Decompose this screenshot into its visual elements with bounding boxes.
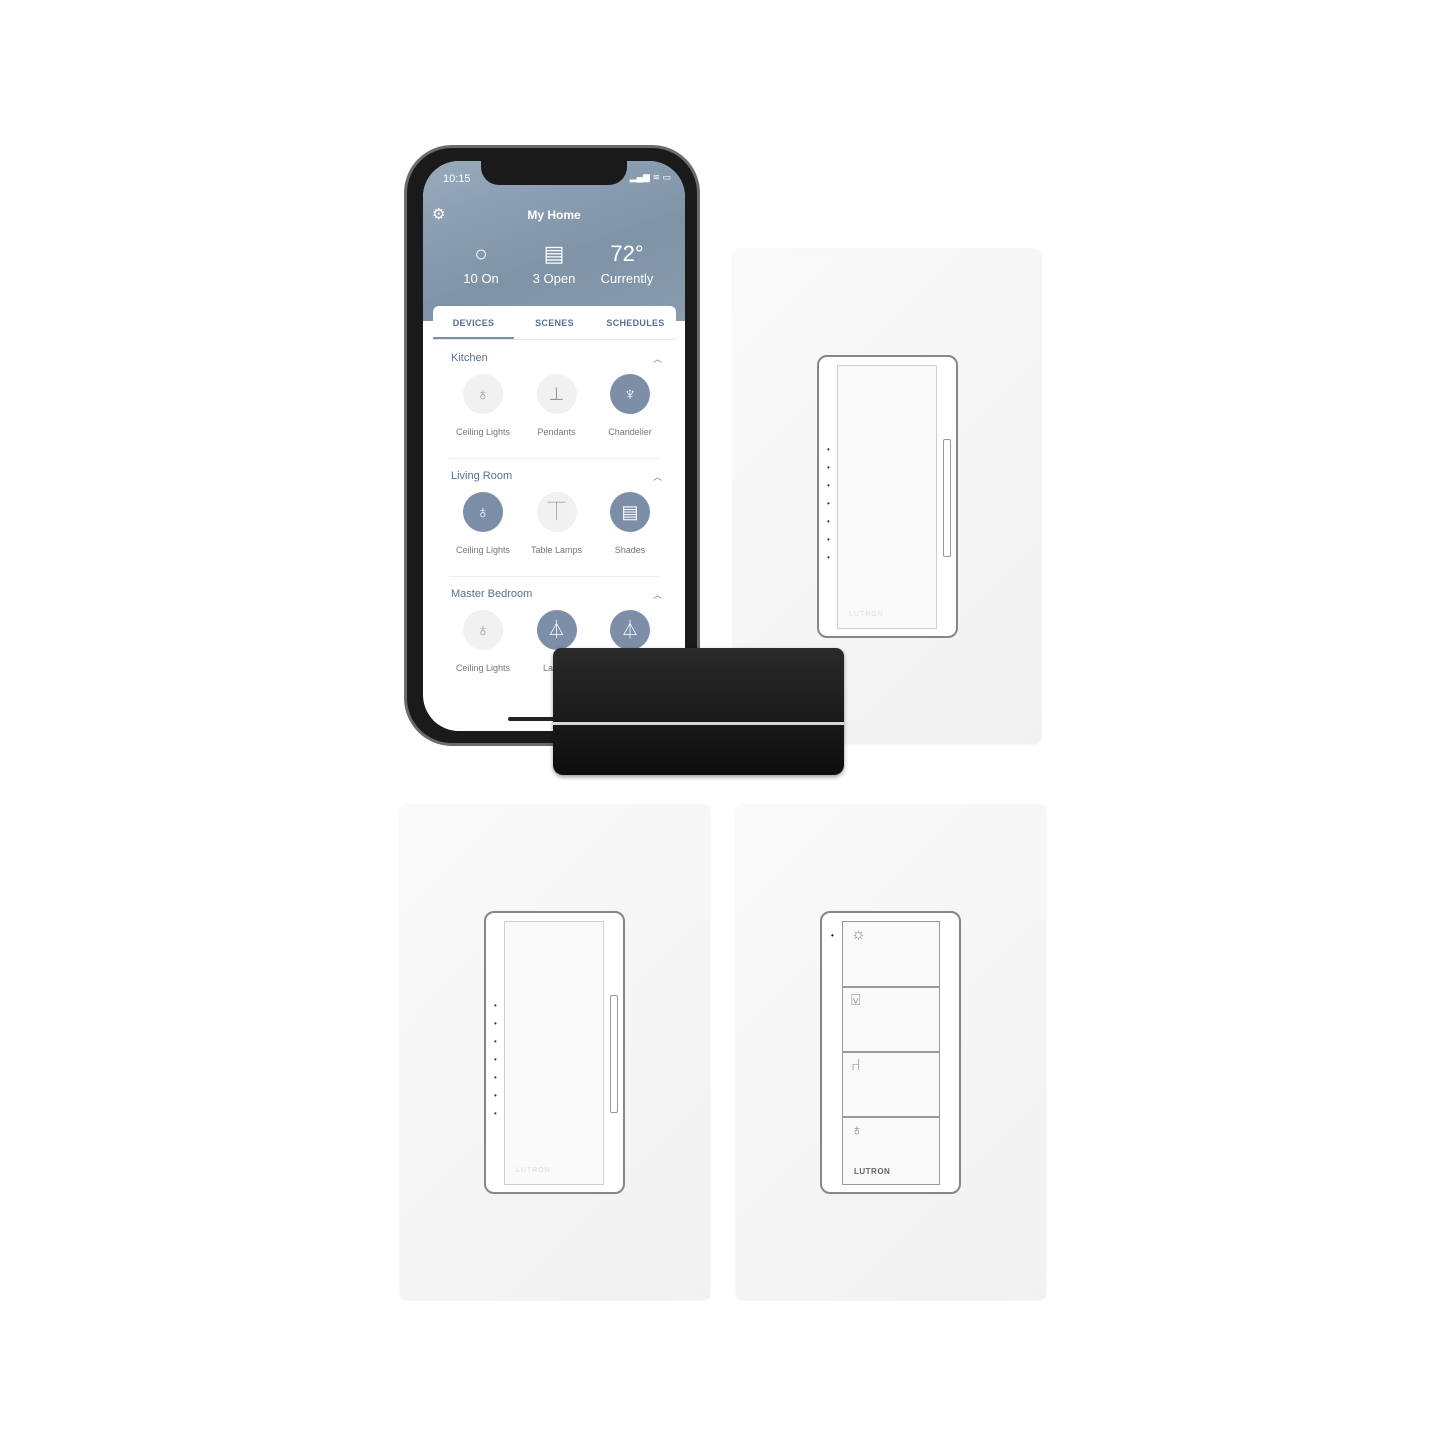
- pico-button-bright[interactable]: ☼: [842, 921, 940, 987]
- device-tile[interactable]: ▤ Shades: [593, 492, 667, 555]
- device-tile[interactable]: ⊥ Pendants: [520, 374, 594, 437]
- dimmer-slider[interactable]: [943, 439, 951, 557]
- device-tile[interactable]: ♁ Ceiling Lights: [446, 492, 520, 555]
- lightbulb-bright-icon: ☼: [851, 926, 866, 943]
- led-indicators: • • • • • • •: [494, 1001, 497, 1118]
- room-name: Living Room: [451, 470, 513, 482]
- chandelier-icon: ♆: [610, 374, 650, 414]
- table-lamp-icon: ⏉: [536, 492, 577, 532]
- tab-bar: DEVICES SCENES SCHEDULES: [433, 306, 676, 340]
- device-label: Shades: [614, 545, 646, 555]
- tab-scenes[interactable]: SCENES: [514, 306, 595, 339]
- dimmer-switch[interactable]: • • • • • • • LUTRON: [484, 911, 625, 1194]
- lamp-icon: ⏃: [536, 610, 577, 650]
- shade-window-icon: ▤: [543, 241, 565, 266]
- lightbulb-icon: ♁: [463, 610, 503, 650]
- chevron-up-icon[interactable]: ︿: [653, 470, 662, 483]
- device-tile[interactable]: ⏉ Table Lamps: [520, 492, 594, 555]
- pico-button-entertain[interactable]: ⍌: [842, 987, 940, 1052]
- status-time: 10:15: [443, 173, 471, 185]
- room-section: Living Room ︿ ♁ Ceiling Lights ⏉ Table L…: [433, 470, 676, 580]
- temperature-value: 72°: [610, 241, 644, 266]
- pico-remote: • ☼ ⍌ ⑁ ♁ LUTRON: [820, 911, 961, 1194]
- divider: [449, 458, 660, 459]
- lightbulb-icon: ♁: [463, 374, 503, 414]
- room-name: Master Bedroom: [451, 588, 533, 600]
- room-section: Kitchen ︿ ♁ Ceiling Lights ⊥ Pendants ♆ …: [433, 352, 676, 462]
- pico-brand: LUTRON: [854, 1167, 891, 1176]
- chevron-up-icon[interactable]: ︿: [653, 588, 662, 601]
- lightbulb-icon: ♁: [463, 492, 503, 532]
- hub-light-stripe: [553, 722, 844, 725]
- app-title: My Home: [527, 208, 581, 222]
- app-screen: 10:15 ▂▄▆ ≋ ▭ ⚙ My Home ○ 10 On ▤ 3 Open 7…: [423, 161, 685, 731]
- lightbulb-icon: ♁: [851, 1122, 863, 1139]
- device-tile[interactable]: ♁ Ceiling Lights: [446, 610, 520, 673]
- tab-schedules[interactable]: SCHEDULES: [595, 306, 676, 339]
- led-indicator: •: [831, 931, 834, 940]
- dimmer-switch[interactable]: • • • • • • • LUTRON: [817, 355, 958, 638]
- device-tile[interactable]: ♆ Chandelier: [593, 374, 667, 437]
- device-label: Pendants: [537, 427, 576, 437]
- shades-open-stat[interactable]: ▤ 3 Open: [514, 239, 594, 286]
- cheers-icon: ⍌: [851, 992, 861, 1009]
- device-tile[interactable]: ♁ Ceiling Lights: [446, 374, 520, 437]
- armchair-icon: ⑁: [851, 1057, 861, 1074]
- lights-on-stat[interactable]: ○ 10 On: [441, 239, 521, 286]
- device-label: Ceiling Lights: [455, 427, 511, 437]
- pico-button-relax[interactable]: ⑁: [842, 1052, 940, 1117]
- phone-notch: [481, 161, 627, 185]
- signal-wifi-battery-icon: ▂▄▆ ≋ ▭: [629, 172, 671, 182]
- wallplate-bottom-left: • • • • • • • LUTRON: [400, 805, 710, 1300]
- room-name: Kitchen: [451, 352, 488, 364]
- dimmer-brand: LUTRON: [516, 1167, 551, 1174]
- lamp-icon: ⏃: [610, 610, 650, 650]
- dimmer-brand: LUTRON: [849, 611, 884, 618]
- led-indicators: • • • • • • •: [827, 445, 830, 562]
- device-label: Chandelier: [608, 427, 652, 437]
- divider: [449, 576, 660, 577]
- device-label: Ceiling Lights: [455, 545, 511, 555]
- chevron-up-icon[interactable]: ︿: [653, 352, 662, 365]
- temperature-stat[interactable]: 72° Currently: [587, 239, 667, 286]
- lightbulb-icon: ○: [474, 241, 488, 266]
- dimmer-slider[interactable]: [610, 995, 618, 1113]
- dimmer-paddle[interactable]: [504, 921, 604, 1185]
- tab-devices[interactable]: DEVICES: [433, 306, 514, 339]
- pendant-icon: ⊥: [536, 374, 577, 414]
- device-label: Table Lamps: [530, 545, 583, 555]
- shade-icon: ▤: [610, 492, 650, 532]
- dimmer-paddle[interactable]: [837, 365, 937, 629]
- smart-hub: [553, 648, 844, 775]
- wallplate-bottom-right: • ☼ ⍌ ⑁ ♁ LUTRON: [736, 805, 1046, 1300]
- device-label: Ceiling Lights: [455, 663, 511, 673]
